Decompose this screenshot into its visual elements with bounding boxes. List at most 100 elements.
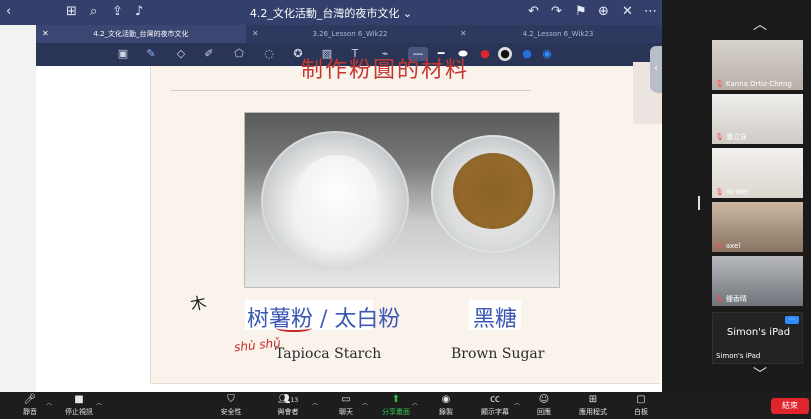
lasso-image-icon[interactable]: ▣ <box>116 47 130 61</box>
document-tabs: ✕ 4.2_文化活動_台灣的夜市文化 ✕ 3.26_Lesson 6_Wik22… <box>36 25 662 43</box>
end-meeting-button[interactable]: 結束 <box>771 398 809 414</box>
whiteboard-button[interactable]: ▢ 白板 <box>628 392 654 419</box>
bookmark-icon[interactable]: ⚑ <box>575 4 587 20</box>
ipad-participant-tile[interactable]: ⋯ Simon's iPad Simon's iPad <box>712 312 803 364</box>
record-label: 錄製 <box>439 408 453 416</box>
chat-button[interactable]: ▭ 聊天 <box>332 392 360 419</box>
undo-icon[interactable]: ↶ <box>528 4 539 20</box>
share-options-icon[interactable]: ︿ <box>412 398 418 407</box>
security-button[interactable]: ⛉ 安全性 <box>216 392 246 419</box>
sugar-label-box: 黑糖 <box>469 300 521 332</box>
chat-label: 聊天 <box>339 408 353 416</box>
reactions-button[interactable]: ☺ 回應 <box>532 392 556 419</box>
notebook-page[interactable]: 制作粉圓的材料 树薯粉 / 太白粉 黑糖 Tapioca Starch Brow… <box>36 58 662 392</box>
scroll-up-icon[interactable]: ︿ <box>750 18 770 32</box>
share-screen-icon: ⬆ <box>391 394 401 405</box>
close-icon[interactable]: ✕ <box>622 4 633 20</box>
slide: 制作粉圓的材料 树薯粉 / 太白粉 黑糖 Tapioca Starch Brow… <box>150 58 662 384</box>
pen-icon[interactable]: ✎ <box>144 47 158 61</box>
sugar-bowl-image <box>431 135 555 253</box>
zoom-window: { "goodnotes": { "doc_title": "4.2_文化活動_… <box>0 0 811 419</box>
captions-button[interactable]: ㏄顯示字幕 <box>478 392 512 419</box>
document-title[interactable]: 4.2_文化活動_台灣的夜市文化 ⌄ <box>0 5 662 21</box>
muted-mic-icon: 🎙 <box>715 188 724 196</box>
tab-doc-3[interactable]: ✕ 4.2_Lesson 6_Wik23 <box>454 25 662 43</box>
captions-label: 顯示字幕 <box>481 408 509 416</box>
shield-icon: ⛉ <box>227 394 235 405</box>
apps-button[interactable]: ⊞ 應用程式 <box>576 392 610 419</box>
more-icon[interactable]: ⋯ <box>644 4 657 20</box>
sugar-label-en: Brown Sugar <box>451 346 545 362</box>
shared-screen: ‹ ⊞ ⌕ ⇪ ♪ 4.2_文化活動_台灣的夜市文化 ⌄ ↶ ↷ ⚑ ⊕ ✕ ⋯… <box>0 0 662 392</box>
participants-count: 13 <box>290 397 299 404</box>
collapse-panel-handle[interactable]: ‹ <box>650 46 662 92</box>
chat-options-icon[interactable]: ︿ <box>362 398 368 407</box>
tab-label: 4.2_文化活動_台灣的夜市文化 <box>93 30 189 38</box>
cc-icon: ㏄ <box>490 394 500 405</box>
participant-tile[interactable]: 🎙 潘立泳 <box>712 94 803 144</box>
title-divider <box>171 90 531 91</box>
reactions-label: 回應 <box>537 408 551 416</box>
tab-label: 3.26_Lesson 6_Wik22 <box>312 30 388 38</box>
participant-tile[interactable]: 🎙 axel <box>712 202 803 252</box>
whiteboard-label: 白板 <box>634 408 648 416</box>
page-margin <box>0 25 36 392</box>
security-label: 安全性 <box>220 408 242 416</box>
apps-icon: ⊞ <box>588 394 598 405</box>
stop-video-label: 停止視訊 <box>65 408 93 416</box>
sugar-label-cjk: 黑糖 <box>473 307 518 332</box>
ipad-title: Simon's iPad <box>726 327 791 338</box>
share-screen-label: 分享畫面 <box>382 408 410 416</box>
participant-tile[interactable]: 🎙 Kanna Ortiz-Cheng <box>712 40 803 90</box>
tab-label: 4.2_Lesson 6_Wik23 <box>522 30 594 38</box>
slide-title: 制作粉圓的材料 <box>301 58 470 83</box>
audio-options-icon[interactable]: ︿ <box>46 398 52 407</box>
participants-options-icon[interactable]: ︿ <box>312 398 318 407</box>
meeting-controls: 🎤︎ 靜音 ︿ ■ 停止視訊 ︿ ⛉ 安全性 👥︎13 與會者 ︿ ▭ 聊天 ︿ ⬆ 分享畫… <box>0 392 811 419</box>
video-options-icon[interactable]: ︿ <box>96 398 102 407</box>
redo-icon[interactable]: ↷ <box>551 4 562 20</box>
mute-label: 靜音 <box>23 408 37 416</box>
record-button[interactable]: ◉ 錄製 <box>434 392 458 419</box>
handwritten-underline <box>276 324 312 332</box>
brown-sugar-image <box>453 153 533 229</box>
eraser-icon[interactable]: ◇ <box>174 47 188 61</box>
record-icon: ◉ <box>441 394 451 405</box>
ipad-subtitle: Simon's iPad <box>716 352 761 360</box>
tab-doc-1[interactable]: ✕ 4.2_文化活動_台灣的夜市文化 <box>36 25 246 43</box>
custom-color-icon[interactable]: ◉ <box>540 47 554 61</box>
whiteboard-icon: ▢ <box>636 394 646 405</box>
mute-button[interactable]: 🎤︎ 靜音 <box>16 392 44 419</box>
participant-tile[interactable]: 🎙 鍾香晴 <box>712 256 803 306</box>
apps-label: 應用程式 <box>579 408 607 416</box>
chat-icon: ▭ <box>341 394 351 405</box>
stop-video-button[interactable]: ■ 停止視訊 <box>62 392 96 419</box>
shape-icon[interactable]: ⬠ <box>232 47 246 61</box>
mic-icon: 🎤︎ <box>23 394 37 405</box>
participants-button[interactable]: 👥︎13 與會者 <box>273 392 303 419</box>
participants-icon: 👥︎13 <box>277 394 299 405</box>
participants-label: 與會者 <box>277 408 299 416</box>
participant-name: 🎙 潘立泳 <box>715 133 747 141</box>
share-screen-button[interactable]: ⬆ 分享畫面 <box>380 392 412 419</box>
highlighter-icon[interactable]: ✐ <box>202 47 216 61</box>
starch-bowl-image <box>261 131 409 271</box>
participant-tile[interactable]: 🎙 Yo-Wei <box>712 148 803 198</box>
starch-label-cjk: 树薯粉 / 太白粉 <box>247 307 401 332</box>
panel-splitter[interactable] <box>698 196 700 210</box>
muted-mic-icon: 🎙 <box>715 133 724 141</box>
scroll-down-icon[interactable]: ﹀ <box>750 368 770 382</box>
more-options-icon[interactable]: ⋯ <box>785 316 799 324</box>
participant-name: 🎙 axel <box>715 242 741 250</box>
lasso-icon[interactable]: ◌ <box>262 47 276 61</box>
participant-name: 🎙 鍾香晴 <box>715 295 747 303</box>
muted-mic-icon: 🎙 <box>715 295 724 303</box>
participant-name: 🎙 Kanna Ortiz-Cheng <box>715 80 792 88</box>
app-titlebar: ‹ ⊞ ⌕ ⇪ ♪ 4.2_文化活動_台灣的夜市文化 ⌄ ↶ ↷ ⚑ ⊕ ✕ ⋯ <box>0 0 662 25</box>
muted-mic-icon: 🎙 <box>715 80 724 88</box>
starch-powder-image <box>297 155 377 231</box>
tab-doc-2[interactable]: ✕ 3.26_Lesson 6_Wik22 <box>246 25 454 43</box>
captions-options-icon[interactable]: ︿ <box>514 398 520 407</box>
add-page-icon[interactable]: ⊕ <box>598 4 609 20</box>
participant-panel: ︿ 🎙 Kanna Ortiz-Cheng 🎙 潘立泳 🎙 Yo-Wei 🎙 axel … <box>662 0 811 392</box>
